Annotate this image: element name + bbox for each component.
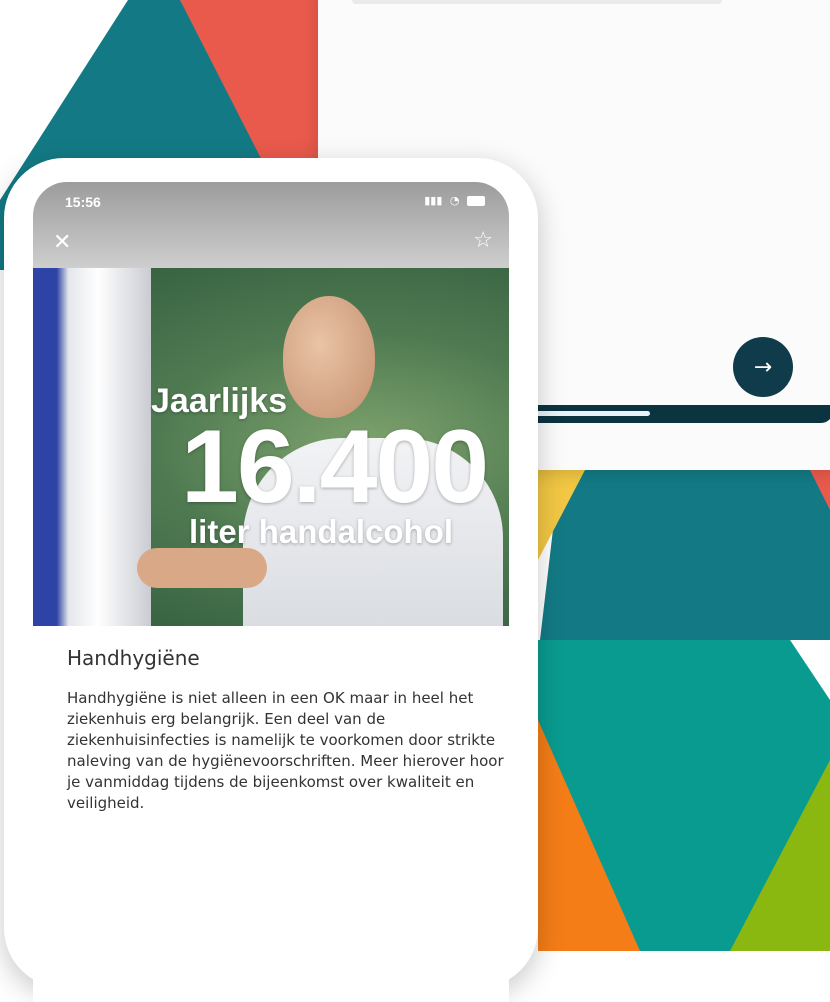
next-button[interactable]: → — [733, 337, 793, 397]
article-title: Handhygiëne — [67, 646, 200, 670]
teal-shape-mid — [540, 470, 830, 640]
status-time: 15:56 — [65, 194, 101, 210]
battery-icon — [467, 196, 485, 206]
dispenser-illustration — [33, 268, 151, 626]
close-icon: ✕ — [53, 230, 72, 255]
arrow-right-icon: → — [753, 354, 773, 380]
status-bar: 15:56 ▮▮▮ ◔ ✕ ☆ — [33, 182, 509, 270]
article-body: Handhygiëne is niet alleen in een OK maa… — [67, 689, 504, 812]
status-icons: ▮▮▮ ◔ — [420, 194, 485, 207]
phone-frame: 15:56 ▮▮▮ ◔ ✕ ☆ Jaarlijks 16.400 liter h… — [4, 158, 538, 1002]
faint-text-line — [352, 0, 722, 4]
phone-screen: 15:56 ▮▮▮ ◔ ✕ ☆ Jaarlijks 16.400 liter h… — [33, 182, 509, 1002]
hero-caption-line3: liter handalcohol — [189, 513, 454, 550]
signal-icon: ▮▮▮ — [424, 194, 443, 207]
progress-bar — [518, 405, 830, 423]
hero-caption: Jaarlijks 16.400 liter handalcohol — [151, 382, 489, 551]
hero-image: Jaarlijks 16.400 liter handalcohol — [33, 268, 509, 626]
wifi-icon: ◔ — [449, 194, 460, 207]
favorite-button[interactable]: ☆ — [473, 228, 493, 253]
star-icon: ☆ — [473, 228, 493, 253]
hands-illustration — [137, 548, 267, 588]
close-button[interactable]: ✕ — [53, 230, 71, 255]
hero-caption-number: 16.400 — [181, 409, 489, 525]
